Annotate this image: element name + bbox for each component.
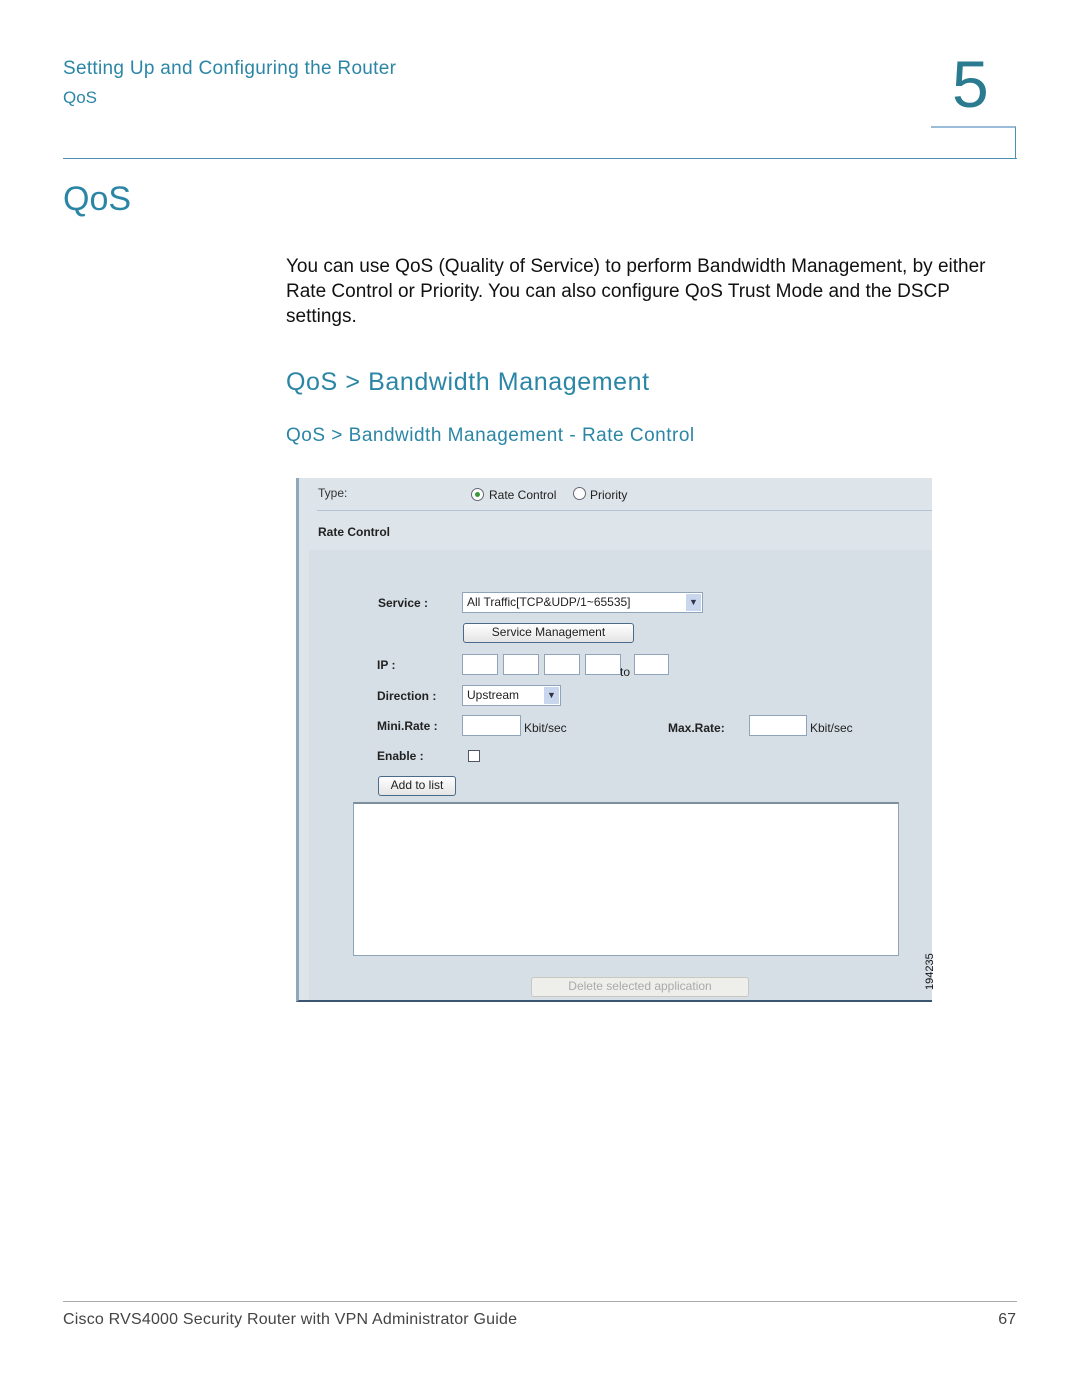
ip-label: IP : <box>377 658 396 672</box>
chevron-down-icon: ▼ <box>686 594 701 611</box>
max-rate-label: Max.Rate: <box>668 721 725 735</box>
service-management-button[interactable]: Service Management <box>463 623 634 643</box>
radio-rate-control-label: Rate Control <box>489 488 557 502</box>
document-page: Setting Up and Configuring the Router Qo… <box>0 0 1080 1397</box>
page-number: 67 <box>998 1311 1016 1328</box>
running-header-chapter: Setting Up and Configuring the Router <box>63 58 397 79</box>
enable-label: Enable : <box>377 749 424 763</box>
ip-octet-4[interactable] <box>585 654 621 675</box>
ip-range-end[interactable] <box>634 654 669 675</box>
page-title: QoS <box>63 180 132 218</box>
ip-octet-3[interactable] <box>544 654 580 675</box>
ip-octet-2[interactable] <box>503 654 539 675</box>
direction-label: Direction : <box>377 689 437 703</box>
running-header-section: QoS <box>63 88 98 107</box>
chapter-number: 5 <box>952 47 989 121</box>
service-value: All Traffic[TCP&UDP/1~65535] <box>467 595 631 609</box>
footer-divider <box>63 1301 1017 1302</box>
max-rate-input[interactable] <box>749 715 807 736</box>
footer-guide-title: Cisco RVS4000 Security Router with VPN A… <box>63 1311 518 1328</box>
radio-priority[interactable] <box>573 487 586 500</box>
ip-octet-1[interactable] <box>462 654 498 675</box>
form-panel: Service : All Traffic[TCP&UDP/1~65535] ▼ … <box>309 550 932 1000</box>
header-divider <box>63 158 1017 159</box>
add-to-list-button[interactable]: Add to list <box>378 776 456 796</box>
direction-select[interactable]: Upstream ▼ <box>462 685 561 706</box>
min-rate-input[interactable] <box>462 715 521 736</box>
divider <box>317 510 932 511</box>
chevron-down-icon: ▼ <box>544 687 559 704</box>
min-rate-label: Mini.Rate : <box>377 719 438 733</box>
rule-list-box[interactable] <box>353 802 899 956</box>
rate-control-screenshot: Type: Rate Control Priority Rate Control… <box>296 478 932 1002</box>
min-rate-unit: Kbit/sec <box>524 721 567 735</box>
type-label: Type: <box>318 486 348 500</box>
service-select[interactable]: All Traffic[TCP&UDP/1~65535] ▼ <box>462 592 703 613</box>
radio-priority-label: Priority <box>590 488 628 502</box>
figure-id: 194235 <box>924 953 936 990</box>
ip-to-label: to <box>620 665 631 679</box>
enable-checkbox[interactable] <box>468 750 480 762</box>
section-heading: QoS > Bandwidth Management <box>286 368 650 396</box>
intro-paragraph: You can use QoS (Quality of Service) to … <box>286 256 986 327</box>
subsection-heading: QoS > Bandwidth Management - Rate Contro… <box>286 425 695 446</box>
delete-selected-button[interactable]: Delete selected application <box>531 977 749 997</box>
radio-rate-control[interactable] <box>471 488 484 501</box>
section-label: Rate Control <box>318 525 390 539</box>
chapter-box-decoration <box>931 126 1016 158</box>
service-label: Service : <box>378 596 429 610</box>
direction-value: Upstream <box>467 688 520 702</box>
max-rate-unit: Kbit/sec <box>810 721 853 735</box>
